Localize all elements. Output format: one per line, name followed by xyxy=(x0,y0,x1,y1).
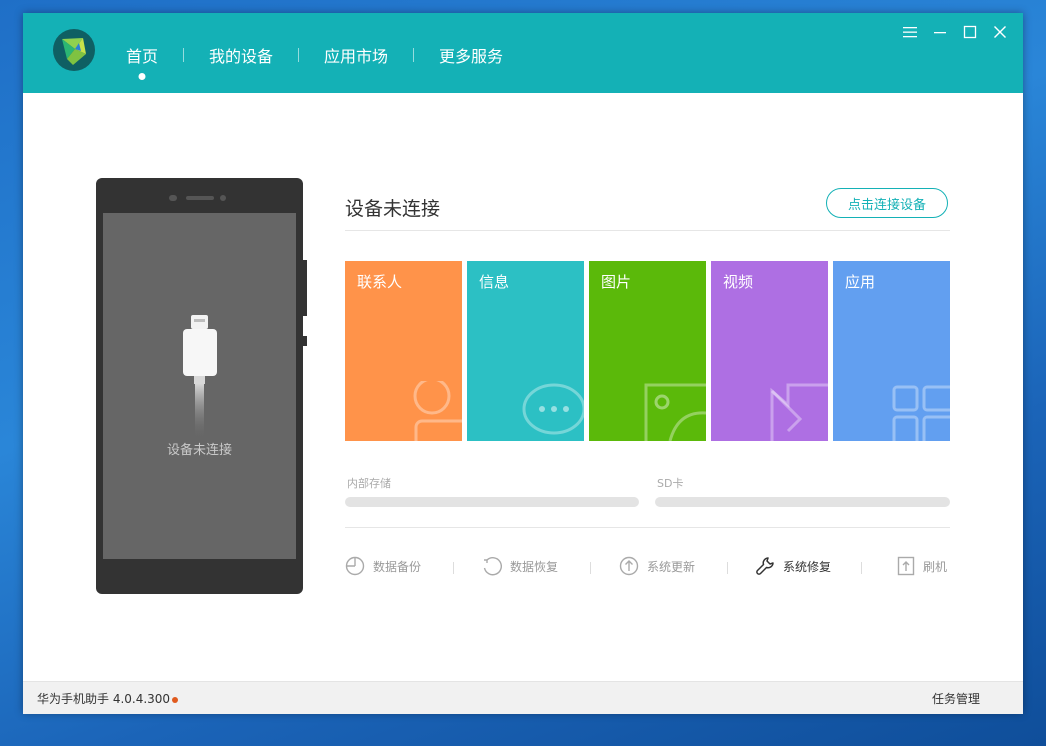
message-icon xyxy=(522,383,584,435)
tile-contacts-label: 联系人 xyxy=(357,273,403,291)
usb-cable-icon xyxy=(183,315,217,440)
restore-icon xyxy=(483,557,502,576)
tile-videos[interactable]: 视频 xyxy=(711,261,828,441)
divider xyxy=(345,527,950,528)
nav-active-indicator xyxy=(138,73,146,80)
phone-side-button xyxy=(303,260,307,316)
tile-pictures-label: 图片 xyxy=(601,273,632,291)
flash-icon xyxy=(897,556,915,576)
main-nav: 首页 我的设备 应用市场 更多服务 xyxy=(126,43,503,80)
nav-separator xyxy=(298,48,300,62)
nav-my-device[interactable]: 我的设备 xyxy=(209,43,273,67)
tile-messages[interactable]: 信息 xyxy=(467,261,584,441)
tile-messages-label: 信息 xyxy=(479,273,510,291)
apps-icon xyxy=(892,385,950,441)
task-manager-link[interactable]: 任务管理 xyxy=(932,690,980,707)
phone-side-button xyxy=(303,336,307,346)
tool-row: 数据备份 数据恢复 系统更新 系统修复 刷机 xyxy=(345,556,950,580)
tile-apps[interactable]: 应用 xyxy=(833,261,950,441)
tile-contacts[interactable]: 联系人 xyxy=(345,261,462,441)
tool-separator xyxy=(861,562,862,574)
phone-speaker xyxy=(186,196,214,200)
tool-flash-label: 刷机 xyxy=(923,559,948,574)
tile-pictures[interactable]: 图片 xyxy=(589,261,706,441)
hamburger-icon[interactable] xyxy=(901,23,919,41)
sd-card-label: SD卡 xyxy=(657,477,684,490)
tool-system-repair-label: 系统修复 xyxy=(783,559,832,574)
tool-system-repair[interactable]: 系统修复 xyxy=(755,556,831,576)
close-icon[interactable] xyxy=(991,23,1009,41)
connect-device-button[interactable]: 点击连接设备 xyxy=(826,188,948,218)
update-icon xyxy=(619,556,639,576)
tool-data-restore[interactable]: 数据恢复 xyxy=(482,556,558,576)
tool-separator xyxy=(590,562,591,574)
maximize-icon[interactable] xyxy=(961,23,979,41)
tool-system-update-label: 系统更新 xyxy=(647,559,696,574)
window-controls xyxy=(901,23,1009,41)
divider xyxy=(345,230,950,231)
title-bar: 首页 我的设备 应用市场 更多服务 xyxy=(23,13,1023,93)
tile-apps-label: 应用 xyxy=(845,273,876,291)
version-text: 华为手机助手 4.0.4.300 xyxy=(37,692,171,706)
nav-app-market-label: 应用市场 xyxy=(324,47,389,66)
internal-storage-label: 内部存储 xyxy=(347,477,391,490)
tool-separator xyxy=(453,562,454,574)
status-bar: 华为手机助手 4.0.4.300 任务管理 xyxy=(23,681,1023,714)
version-info: 华为手机助手 4.0.4.300 xyxy=(37,690,179,707)
tool-data-backup-label: 数据备份 xyxy=(373,559,422,574)
phone-screen: 设备未连接 xyxy=(103,213,296,559)
nav-app-market[interactable]: 应用市场 xyxy=(324,43,388,67)
internal-storage-bar xyxy=(345,497,639,507)
video-icon xyxy=(770,383,828,441)
phone-camera xyxy=(220,195,226,201)
tool-flash[interactable]: 刷机 xyxy=(897,556,947,576)
picture-icon xyxy=(644,383,706,441)
app-window: 首页 我的设备 应用市场 更多服务 设备未连接 设备未连接 点击连接设备 联系人… xyxy=(23,13,1023,714)
phone-screen-status: 设备未连接 xyxy=(166,443,232,458)
tool-separator xyxy=(727,562,728,574)
update-dot-icon xyxy=(172,696,179,703)
nav-more-services[interactable]: 更多服务 xyxy=(439,43,503,67)
phone-illustration: 设备未连接 xyxy=(96,178,307,594)
device-status-title: 设备未连接 xyxy=(345,198,441,220)
nav-separator xyxy=(183,48,185,62)
nav-more-services-label: 更多服务 xyxy=(439,47,504,66)
tool-data-backup[interactable]: 数据备份 xyxy=(345,556,421,576)
backup-icon xyxy=(345,556,365,576)
contact-icon xyxy=(413,381,462,441)
tile-videos-label: 视频 xyxy=(723,273,754,291)
nav-separator xyxy=(413,48,415,62)
hisuite-logo-icon xyxy=(53,29,95,71)
wrench-icon xyxy=(756,557,774,575)
tool-data-restore-label: 数据恢复 xyxy=(510,559,559,574)
minimize-icon[interactable] xyxy=(931,23,949,41)
nav-my-device-label: 我的设备 xyxy=(209,47,274,66)
sd-card-bar xyxy=(655,497,950,507)
nav-home[interactable]: 首页 xyxy=(126,43,159,80)
tool-system-update[interactable]: 系统更新 xyxy=(619,556,695,576)
phone-sensor xyxy=(169,195,177,201)
nav-home-label: 首页 xyxy=(126,47,159,66)
